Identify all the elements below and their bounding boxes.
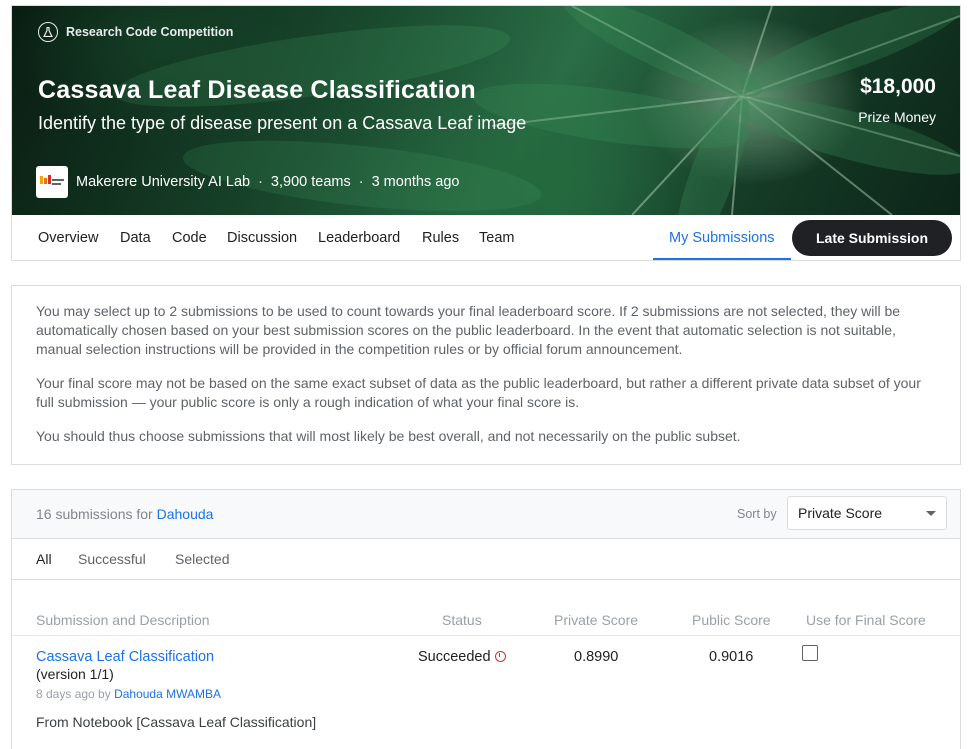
competition-tabs: Overview Data Code Discussion Leaderboar… <box>12 215 960 260</box>
submission-meta: 8 days ago by Dahouda MWAMBA <box>36 687 221 701</box>
submissions-header: 16 submissions for Dahouda Sort by Priva… <box>12 490 960 539</box>
column-header-status: Status <box>442 612 482 628</box>
error-circle-icon[interactable] <box>494 651 506 662</box>
submission-filters: All Successful Selected <box>12 539 960 580</box>
info-paragraph-2: Your final score may not be based on the… <box>36 375 921 410</box>
public-score: 0.9016 <box>709 649 754 665</box>
tab-discussion[interactable]: Discussion <box>227 215 297 260</box>
host-info: Makerere University AI Lab · 3,900 teams… <box>36 166 459 198</box>
tab-my-submissions[interactable]: My Submissions <box>653 215 791 260</box>
tab-code[interactable]: Code <box>172 215 207 260</box>
competition-subtitle: Identify the type of disease present on … <box>38 113 527 133</box>
private-score: 0.8990 <box>574 649 619 665</box>
info-paragraph-1: You may select up to 2 submissions to be… <box>36 303 901 357</box>
sort-select[interactable]: Private Score <box>787 496 947 530</box>
prize-label: Prize Money <box>858 109 936 125</box>
column-header-final-score: Use for Final Score <box>806 612 926 628</box>
submission-description: From Notebook [Cassava Leaf Classificati… <box>36 714 317 730</box>
column-header-private-score: Private Score <box>554 612 639 628</box>
tab-rules[interactable]: Rules <box>422 215 459 260</box>
competition-type-label: Research Code Competition <box>66 25 234 39</box>
tab-team[interactable]: Team <box>479 215 514 260</box>
late-submission-button[interactable]: Late Submission <box>792 220 952 256</box>
filter-all[interactable]: All <box>36 551 52 567</box>
sort-label: Sort by <box>737 507 777 521</box>
info-paragraph-3: You should thus choose submissions that … <box>36 428 741 444</box>
column-header-description: Submission and Description <box>36 612 210 628</box>
submission-version: (version 1/1) <box>36 666 114 682</box>
final-score-checkbox[interactable] <box>802 645 818 661</box>
divider <box>12 635 960 636</box>
competition-type: Research Code Competition <box>38 22 233 42</box>
chevron-down-icon <box>926 511 936 516</box>
host-name[interactable]: Makerere University AI Lab <box>76 174 250 190</box>
research-flask-icon <box>38 22 58 42</box>
user-link[interactable]: Dahouda <box>157 506 214 522</box>
submission-title-link[interactable]: Cassava Leaf Classification <box>36 649 214 665</box>
submissions-panel: 16 submissions for Dahouda Sort by Priva… <box>11 489 961 749</box>
team-count: 3,900 teams <box>270 174 351 190</box>
competition-title: Cassava Leaf Disease Classification <box>38 76 476 104</box>
filter-successful[interactable]: Successful <box>78 551 146 567</box>
tab-data[interactable]: Data <box>120 215 151 260</box>
competition-banner: Research Code Competition Cassava Leaf D… <box>12 6 960 215</box>
tab-leaderboard[interactable]: Leaderboard <box>318 215 400 260</box>
submission-status: Succeeded <box>418 649 506 665</box>
final-score-info: You may select up to 2 submissions to be… <box>11 285 961 465</box>
host-logo[interactable] <box>36 166 68 198</box>
submission-count: 16 submissions for Dahouda <box>36 506 214 522</box>
column-header-public-score: Public Score <box>692 612 771 628</box>
prize-amount: $18,000 <box>860 75 936 98</box>
tab-overview[interactable]: Overview <box>38 215 98 260</box>
competition-age: 3 months ago <box>371 174 460 190</box>
author-link[interactable]: Dahouda MWAMBA <box>114 687 221 701</box>
filter-selected[interactable]: Selected <box>175 551 229 567</box>
sort-value: Private Score <box>798 505 883 521</box>
competition-header: Research Code Competition Cassava Leaf D… <box>11 5 961 261</box>
